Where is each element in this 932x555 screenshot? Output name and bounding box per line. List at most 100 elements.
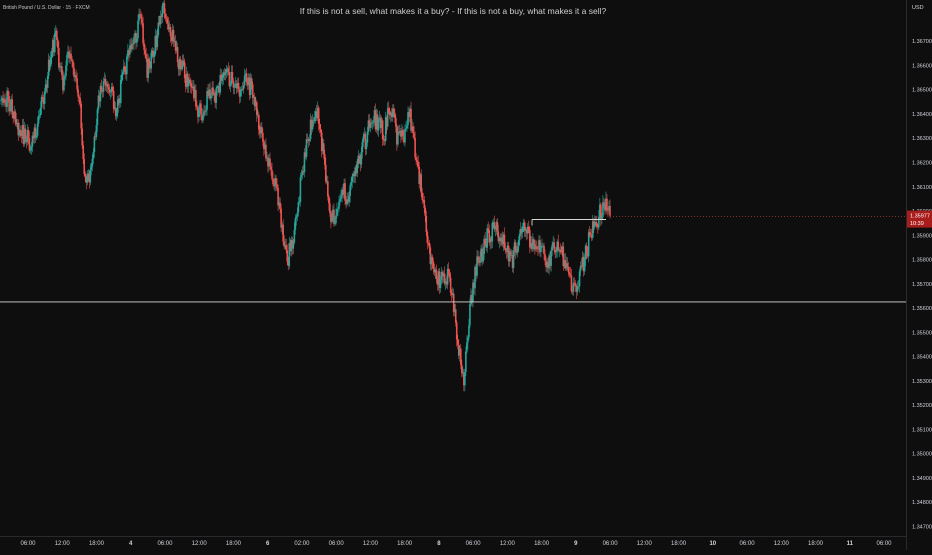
price-tick-label: 1.35500	[912, 330, 932, 336]
candle-body	[536, 246, 538, 249]
candle-body	[439, 280, 442, 289]
candle-body	[19, 129, 22, 133]
candle-body	[251, 84, 254, 98]
candle-body	[212, 87, 214, 93]
candle-body	[176, 47, 179, 63]
candle-body	[361, 142, 364, 153]
candle-body	[75, 75, 77, 79]
candle-body	[465, 351, 467, 373]
candle-body	[294, 218, 297, 230]
candle-body	[533, 239, 535, 245]
candle-body	[317, 107, 320, 124]
candle-body	[100, 85, 103, 92]
candle-body	[340, 195, 342, 199]
candle-body	[454, 309, 457, 323]
candle-body	[559, 249, 562, 252]
candle-body	[482, 254, 484, 262]
candle-body	[50, 51, 53, 58]
candle-body	[349, 185, 351, 196]
candle-body	[70, 53, 72, 60]
candle-body	[328, 196, 330, 204]
candle-body	[295, 216, 298, 219]
candle-body	[583, 259, 586, 272]
candle-body	[335, 215, 337, 224]
candle-body	[362, 136, 365, 143]
candle-body	[86, 176, 89, 183]
candle-body	[35, 135, 38, 138]
candle-body	[124, 66, 126, 70]
time-tick-label: 06:00	[740, 541, 756, 547]
time-tick-label: 12:00	[500, 541, 516, 547]
candle-body	[601, 216, 603, 219]
candle-body	[358, 155, 361, 157]
time-tick-label: 06:00	[20, 541, 36, 547]
current-price-value: 1.35977	[910, 214, 930, 220]
candle-body	[331, 217, 333, 222]
candle-body	[242, 85, 245, 90]
candle-body	[27, 129, 30, 139]
candle-body	[243, 75, 246, 86]
candle-body	[578, 271, 581, 287]
candlestick-chart[interactable]: 1.36700 1.36600 1.36500 1.36400 1.36300 1.362…	[0, 0, 932, 550]
candle-body	[14, 111, 17, 120]
candle-body	[512, 250, 515, 268]
candle-body	[148, 58, 150, 67]
currency-label[interactable]: USD	[912, 5, 924, 11]
price-tick-label: 1.34700	[912, 524, 932, 530]
candle-body	[190, 80, 192, 87]
candle-body	[596, 222, 598, 227]
candle-body	[588, 232, 591, 235]
candle-body	[406, 125, 408, 129]
candle-body	[91, 158, 94, 167]
candle-body	[299, 177, 302, 202]
price-tick-label: 1.35100	[912, 427, 932, 433]
candle-body	[356, 164, 359, 174]
price-tick-label: 1.35400	[912, 355, 932, 361]
candle-body	[421, 192, 424, 200]
candle-body	[24, 128, 27, 139]
candle-body	[371, 122, 374, 124]
time-tick-label: 12:00	[55, 541, 71, 547]
candle-body	[275, 178, 277, 185]
candle-body	[9, 105, 11, 112]
candle-body	[494, 228, 497, 230]
candle-body	[540, 246, 542, 252]
candle-body	[432, 261, 435, 270]
candle-body	[576, 286, 579, 292]
candle-body	[424, 208, 427, 216]
candle-body	[109, 91, 112, 93]
candle-body	[76, 78, 78, 90]
candle-body	[327, 181, 329, 197]
candle-body	[53, 33, 56, 53]
candle-body	[46, 75, 49, 88]
candle-body	[119, 79, 122, 104]
candle-body	[555, 250, 558, 253]
time-tick-label: 12:00	[192, 541, 208, 547]
candle-body	[598, 216, 600, 228]
chart-area[interactable]: 1.36700 1.36600 1.36500 1.36400 1.36300 1.362…	[0, 0, 932, 550]
candle-body	[229, 84, 232, 87]
candle-body	[81, 128, 83, 146]
candle-body	[77, 89, 79, 97]
candle-body	[606, 198, 608, 211]
candle-body	[570, 275, 573, 292]
candle-body	[609, 205, 611, 216]
candle-body	[602, 202, 604, 217]
price-tick-label: 1.35600	[912, 306, 932, 312]
price-axis[interactable]: 1.36700 1.36600 1.36500 1.36400 1.36300 1.362…	[912, 39, 932, 530]
candle-body	[270, 166, 272, 171]
candle-body	[414, 137, 416, 158]
price-tick-label: 1.35700	[912, 282, 932, 288]
candle-body	[269, 158, 271, 167]
candle-body	[221, 77, 224, 81]
candle-body	[111, 86, 114, 91]
candle-body	[311, 120, 314, 130]
candle-body	[261, 126, 263, 134]
candle-body	[344, 183, 346, 201]
candle-body	[397, 132, 399, 145]
candle-body	[89, 169, 92, 183]
candle-body	[372, 120, 375, 123]
candle-body	[28, 138, 31, 151]
candle-body	[365, 142, 368, 150]
candle-body	[300, 175, 303, 178]
